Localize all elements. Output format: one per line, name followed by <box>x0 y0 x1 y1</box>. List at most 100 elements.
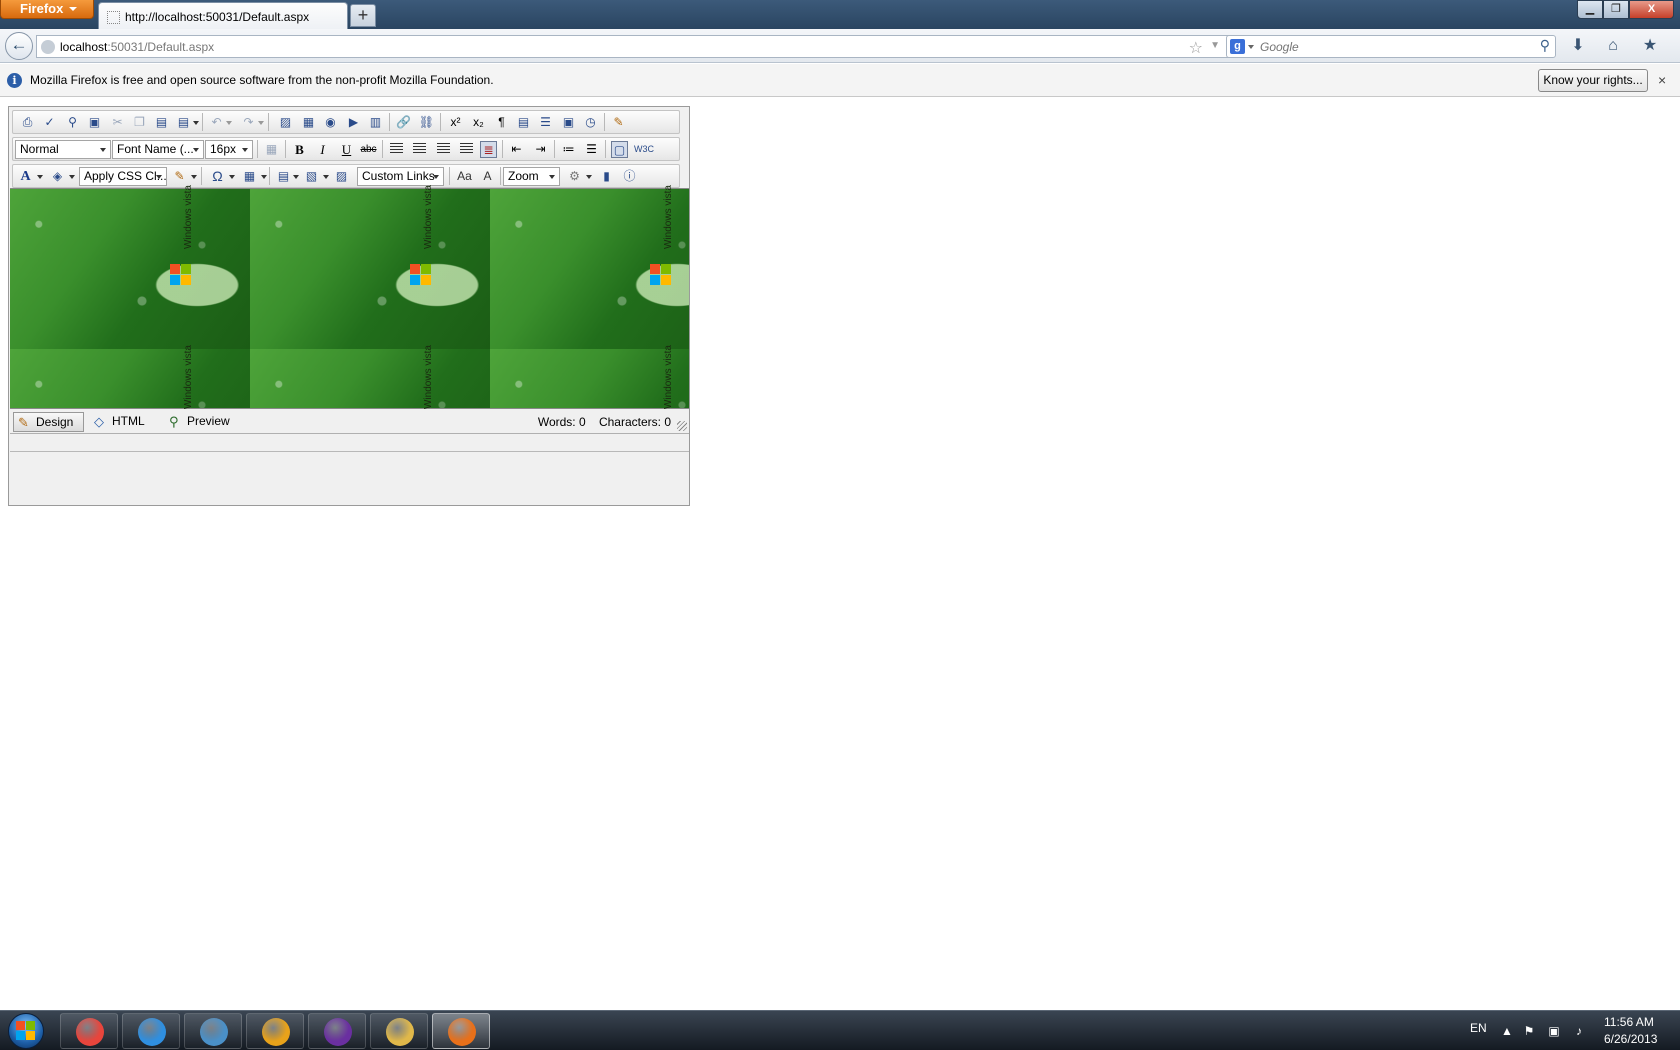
search-bar[interactable]: g ⚲ <box>1226 35 1556 58</box>
spellcheck-icon[interactable]: ✓ <box>41 114 58 131</box>
close-window-button[interactable]: X <box>1629 0 1674 19</box>
site-identity-icon[interactable] <box>41 40 55 54</box>
apply-css-class-select[interactable]: Apply CSS Cl... <box>79 167 167 186</box>
font-size-select[interactable]: 16px <box>205 140 253 159</box>
taskbar-app-firefox[interactable] <box>432 1013 490 1049</box>
module-manager-icon[interactable]: ⚙ <box>566 168 583 185</box>
tab-default-aspx[interactable]: http://localhost:50031/Default.aspx <box>98 2 348 29</box>
taskbar-app-outlook[interactable] <box>246 1013 304 1049</box>
paste-icon[interactable]: ▤ <box>153 114 170 131</box>
convert-to-lower-icon[interactable]: Aa <box>456 168 473 185</box>
template-manager-icon[interactable]: ▥ <box>367 114 384 131</box>
cut-icon[interactable]: ✂ <box>109 114 126 131</box>
media-manager-icon[interactable]: ▶ <box>345 114 362 131</box>
start-button[interactable] <box>2 1012 50 1050</box>
insert-symbol-dropdown-icon[interactable] <box>229 175 235 179</box>
address-bar[interactable]: localhost:50031/Default.aspx ☆ ▼ ↻ <box>36 35 1248 58</box>
taskbar-app-windows-explorer[interactable] <box>370 1013 428 1049</box>
insert-time-icon[interactable]: ◷ <box>582 114 599 131</box>
image-manager-icon[interactable]: ▨ <box>277 114 294 131</box>
underline-button[interactable]: U <box>338 141 355 158</box>
remove-link-icon[interactable]: ⛓ <box>418 114 435 131</box>
insert-custom-link-icon[interactable]: ▤ <box>275 168 292 185</box>
insert-table-icon[interactable]: ▦ <box>241 168 258 185</box>
minimize-button[interactable]: ▁ <box>1577 0 1603 19</box>
custom-links-select[interactable]: Custom Links <box>357 167 444 186</box>
redo-dropdown-icon[interactable] <box>258 121 264 125</box>
bold-button[interactable]: B <box>291 141 308 158</box>
taskbar-app-chrome[interactable] <box>60 1013 118 1049</box>
insert-symbol-icon[interactable]: Ω <box>209 168 226 185</box>
module-manager-dropdown-icon[interactable] <box>586 175 592 179</box>
search-go-icon[interactable]: ⚲ <box>1540 37 1550 54</box>
clock-date[interactable]: 6/26/2013 <box>1604 1032 1657 1046</box>
paste-options-icon[interactable]: ▤ <box>175 114 192 131</box>
clock-time[interactable]: 11:56 AM <box>1604 1015 1654 1029</box>
foreground-color-dropdown-icon[interactable] <box>37 175 43 179</box>
format-code-dropdown-icon[interactable] <box>191 175 197 179</box>
history-dropdown-icon[interactable]: ▼ <box>1210 40 1220 51</box>
italic-button[interactable]: I <box>314 141 331 158</box>
format-stripper-icon[interactable]: ✎ <box>610 114 627 131</box>
format-code-block-icon[interactable]: ✎ <box>171 168 188 185</box>
select-all-icon[interactable]: ▣ <box>86 114 103 131</box>
new-tab-button[interactable]: + <box>350 4 376 27</box>
undo-dropdown-icon[interactable] <box>226 121 232 125</box>
action-center-icon[interactable]: ⚑ <box>1522 1024 1536 1038</box>
justify-none-icon[interactable]: ≣ <box>480 141 497 158</box>
about-dialog-icon[interactable]: ⓘ <box>621 168 638 185</box>
horizontal-rule-icon[interactable]: ☰ <box>537 114 554 131</box>
insert-custom-link-dropdown-icon[interactable] <box>293 175 299 179</box>
paste-dropdown-icon[interactable] <box>193 121 199 125</box>
know-your-rights-button[interactable]: Know your rights... <box>1538 69 1648 92</box>
taskbar-app-visual-studio[interactable] <box>308 1013 366 1049</box>
superscript-icon[interactable]: x² <box>447 114 464 131</box>
font-name-select[interactable]: Font Name (... <box>112 140 204 159</box>
insert-paragraph-icon[interactable]: ▤ <box>515 114 532 131</box>
insert-table-dropdown-icon[interactable] <box>261 175 267 179</box>
editor-content-area[interactable]: Windows vista Windows vista Windows vist… <box>10 185 689 409</box>
image-map-icon[interactable]: ▨ <box>333 168 350 185</box>
toggle-screen-mode-icon[interactable]: ▮ <box>598 168 615 185</box>
bookmark-star-icon[interactable]: ☆ <box>1189 38 1203 58</box>
foreground-color-icon[interactable]: A <box>17 168 34 185</box>
google-icon[interactable]: g <box>1230 39 1245 54</box>
close-notification-icon[interactable]: × <box>1658 72 1666 88</box>
paragraph-format-select[interactable]: Normal <box>15 140 111 159</box>
document-manager-icon[interactable]: ▦ <box>300 114 317 131</box>
taskbar-app-lync[interactable] <box>184 1013 242 1049</box>
background-color-dropdown-icon[interactable] <box>69 175 75 179</box>
redo-icon[interactable]: ↷ <box>240 114 257 131</box>
justify-icon[interactable] <box>460 143 473 154</box>
undo-icon[interactable]: ↶ <box>208 114 225 131</box>
numbered-list-icon[interactable]: ≔ <box>560 141 577 158</box>
language-indicator[interactable]: EN <box>1470 1021 1487 1035</box>
preview-mode-tab[interactable]: ⚲ Preview <box>165 412 240 432</box>
xhtml-validator-icon[interactable]: W3C <box>634 141 654 158</box>
strikethrough-button[interactable]: abc <box>360 141 377 158</box>
resize-grip-icon[interactable] <box>677 421 687 431</box>
background-color-icon[interactable]: ◈ <box>49 168 66 185</box>
indent-icon[interactable]: ⇥ <box>532 141 549 158</box>
hyperlink-icon[interactable]: 🔗 <box>395 114 412 131</box>
real-font-size-icon[interactable]: ▦ <box>263 141 280 158</box>
flash-manager-icon[interactable]: ◉ <box>322 114 339 131</box>
back-button[interactable]: ← <box>5 32 33 60</box>
paragraph-icon[interactable]: ¶ <box>493 114 510 131</box>
find-replace-icon[interactable]: ⚲ <box>64 114 81 131</box>
design-mode-tab[interactable]: ✎ Design <box>13 412 85 432</box>
home-icon[interactable]: ⌂ <box>1601 36 1625 56</box>
downloads-icon[interactable]: ⬇ <box>1566 36 1590 56</box>
taskbar-app-internet-explorer[interactable] <box>122 1013 180 1049</box>
print-icon[interactable]: ⎙ <box>19 114 36 131</box>
insert-date-icon[interactable]: ▣ <box>560 114 577 131</box>
subscript-icon[interactable]: x₂ <box>470 114 487 131</box>
show-hidden-icons-icon[interactable]: ▲ <box>1500 1024 1514 1038</box>
align-center-icon[interactable] <box>413 143 426 154</box>
convert-to-upper-icon[interactable]: A <box>479 168 496 185</box>
firefox-menu-button[interactable]: Firefox <box>0 0 94 19</box>
network-icon[interactable]: ▣ <box>1547 1024 1561 1038</box>
zoom-select[interactable]: Zoom <box>503 167 560 186</box>
align-right-icon[interactable] <box>437 143 450 154</box>
html-mode-tab[interactable]: ◇ HTML <box>90 412 155 432</box>
